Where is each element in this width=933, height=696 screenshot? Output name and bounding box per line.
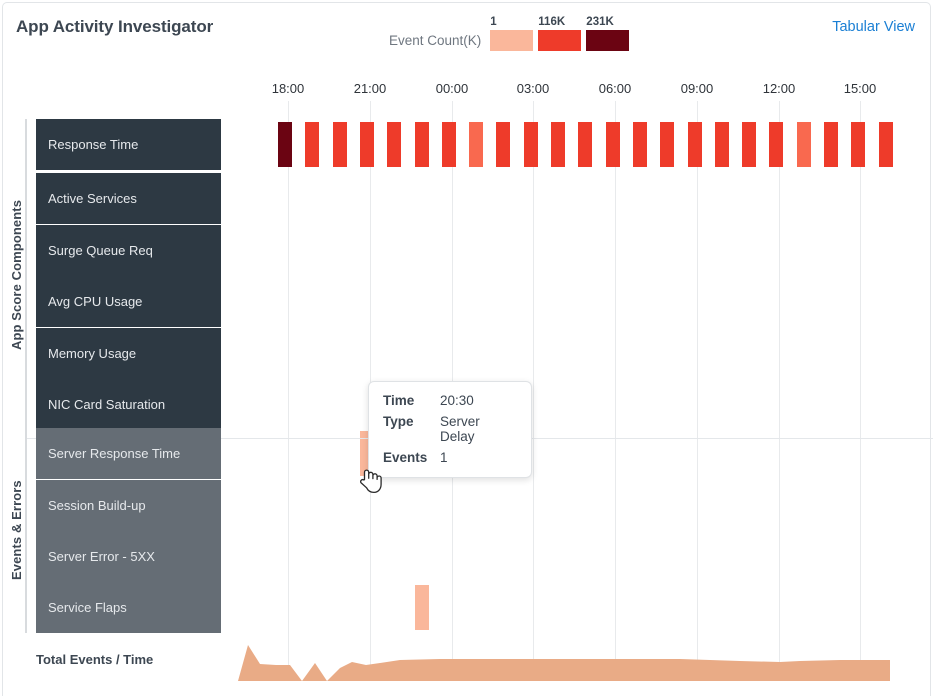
legend-title: Event Count(K)	[389, 33, 482, 48]
total-events-area-chart	[238, 645, 890, 681]
row-label-active-services[interactable]: Active Services	[36, 173, 221, 224]
heatmap-bar[interactable]	[742, 122, 757, 167]
row-label-session-build-up[interactable]: Session Build-up	[36, 480, 221, 531]
heatmap-bar[interactable]	[824, 122, 838, 167]
tooltip-row: Events 1	[383, 450, 517, 465]
time-axis-tick-label: 09:00	[680, 81, 714, 96]
heatmap-bar[interactable]	[469, 122, 484, 167]
hover-tooltip: Time 20:30 Type Server Delay Events 1	[368, 381, 532, 478]
vertical-gridline	[779, 101, 780, 679]
legend-color-swatch	[490, 30, 534, 51]
heatmap-bar[interactable]	[687, 122, 702, 167]
tooltip-value: 1	[440, 450, 448, 465]
heatmap-bar[interactable]	[578, 122, 593, 167]
legend-tick-label: 116K	[538, 16, 566, 28]
heatmap-bar[interactable]	[660, 122, 675, 167]
legend: Event Count(K) 1 116K 231K	[389, 16, 630, 51]
heatmap-bar[interactable]	[796, 122, 811, 167]
vertical-gridline	[288, 101, 289, 679]
group-rule	[25, 428, 27, 633]
heatmap-bar[interactable]	[278, 122, 292, 167]
legend-items: 1 116K 231K	[490, 16, 630, 51]
page-title: App Activity Investigator	[16, 17, 214, 36]
heatmap-bar[interactable]	[632, 122, 647, 167]
heatmap-bar[interactable]	[605, 122, 620, 167]
heatmap-bar[interactable]	[359, 122, 374, 167]
legend-item: 231K	[586, 16, 630, 51]
tooltip-rows: Time 20:30 Type Server Delay Events 1	[383, 393, 517, 465]
time-axis-tick-label: 21:00	[353, 81, 387, 96]
vertical-gridline	[697, 101, 698, 679]
heatmap-bar[interactable]	[414, 122, 429, 167]
heatmap-bar[interactable]	[414, 585, 429, 630]
time-axis: 18:00 21:00 00:00 03:00 06:00 09:00 12:00 15:00	[0, 81, 933, 99]
heatmap-bar[interactable]	[878, 122, 893, 167]
total-events-area-shape	[238, 645, 890, 681]
row-label-server-error-5xx[interactable]: Server Error - 5XX	[36, 531, 221, 582]
heatmap-bar[interactable]	[714, 122, 729, 167]
tooltip-value: Server Delay	[440, 414, 480, 444]
row-label-response-time[interactable]: Response Time	[36, 119, 221, 170]
row-label-avg-cpu-usage[interactable]: Avg CPU Usage	[36, 276, 221, 327]
legend-tick-label: 1	[490, 16, 497, 28]
legend-color-swatch	[538, 30, 582, 51]
vertical-gridline	[615, 101, 616, 679]
tooltip-row: Time 20:30	[383, 393, 517, 408]
legend-item: 1	[490, 16, 534, 51]
row-label-server-response-time[interactable]: Server Response Time	[36, 428, 221, 479]
heatmap-bar[interactable]	[441, 122, 456, 167]
heatmap-bar[interactable]	[387, 122, 402, 167]
group-axis-label: App Score Components	[9, 199, 24, 350]
heatmap-bar[interactable]	[851, 122, 866, 167]
legend-tick-label: 231K	[586, 16, 614, 28]
legend-color-swatch	[586, 30, 630, 51]
row-label-nic-card-saturation[interactable]: NIC Card Saturation	[36, 379, 221, 430]
legend-item: 116K	[538, 16, 582, 51]
group-rule	[25, 119, 27, 430]
group-axis-label: Events & Errors	[9, 480, 24, 581]
time-axis-tick-label: 18:00	[271, 81, 305, 96]
heatmap-bar[interactable]	[523, 122, 538, 167]
row-label-service-flaps[interactable]: Service Flaps	[36, 582, 221, 633]
time-axis-tick-label: 00:00	[435, 81, 469, 96]
tooltip-value: 20:30	[440, 393, 474, 408]
time-axis-tick-label: 03:00	[516, 81, 550, 96]
heatmap-bar[interactable]	[332, 122, 347, 167]
heatmap-bar[interactable]	[496, 122, 511, 167]
tooltip-row: Type Server Delay	[383, 414, 517, 444]
tooltip-key: Type	[383, 414, 414, 429]
row-label-surge-queue-req[interactable]: Surge Queue Req	[36, 225, 221, 276]
tooltip-key: Time	[383, 393, 415, 408]
row-label-memory-usage[interactable]: Memory Usage	[36, 328, 221, 379]
time-axis-tick-label: 06:00	[598, 81, 632, 96]
heatmap-bar[interactable]	[551, 122, 565, 167]
vertical-gridline	[860, 101, 861, 679]
tabular-view-link[interactable]: Tabular View	[832, 19, 915, 35]
vertical-gridline	[533, 101, 534, 679]
time-axis-tick-label: 15:00	[843, 81, 877, 96]
heatmap-bar[interactable]	[769, 122, 784, 167]
heatmap-bar[interactable]	[305, 122, 320, 167]
total-events-label: Total Events / Time	[36, 652, 154, 667]
time-axis-tick-label: 12:00	[762, 81, 796, 96]
tooltip-key: Events	[383, 450, 428, 465]
app-activity-investigator-panel: App Activity Investigator Tabular View E…	[0, 0, 933, 696]
